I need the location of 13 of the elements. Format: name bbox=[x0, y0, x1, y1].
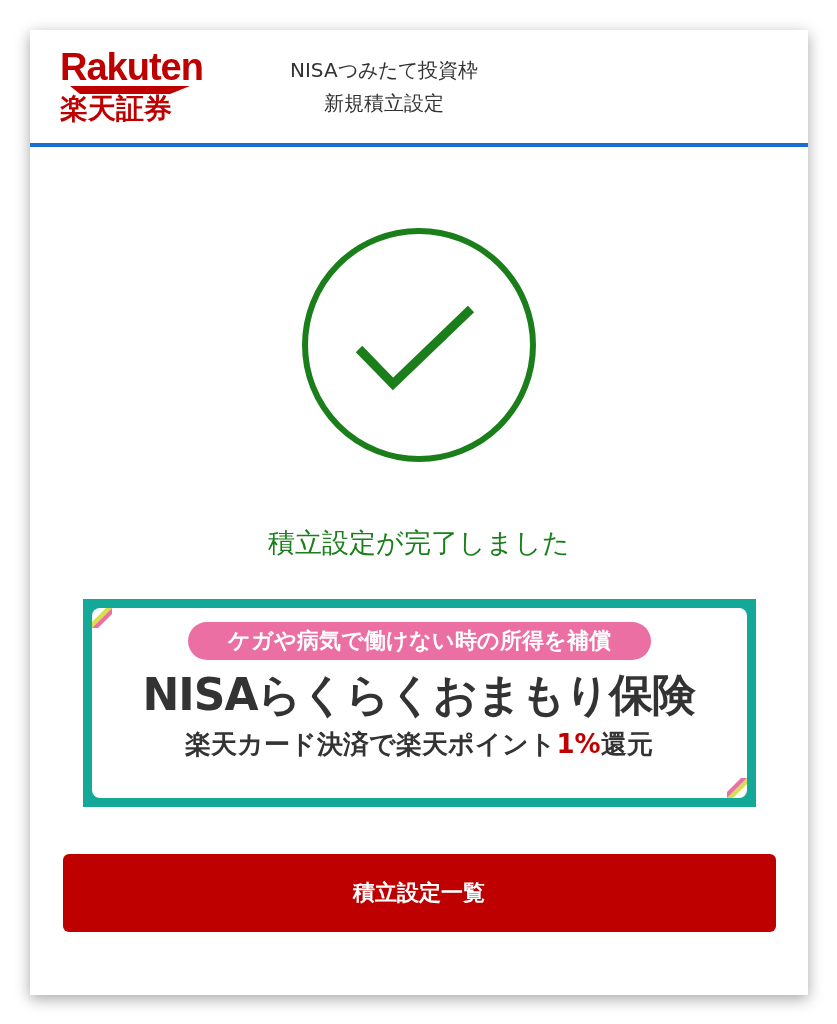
corner-stripe-icon bbox=[726, 778, 747, 798]
banner-headline: NISAらくらくおまもり保険 bbox=[142, 668, 696, 722]
success-message: 積立設定が完了しました bbox=[268, 526, 570, 560]
banner-offer: 楽天カード決済で楽天ポイント 1%還元 bbox=[185, 728, 653, 761]
logo-wordmark: Rakuten bbox=[60, 48, 203, 87]
logo-swoosh-icon bbox=[70, 86, 190, 95]
corner-stripe-icon bbox=[91, 608, 112, 628]
page-title: 新規積立設定 bbox=[323, 89, 444, 117]
page-title: NISAつみたて投資枠 bbox=[290, 56, 478, 84]
logo-name: 楽天証券 bbox=[60, 94, 172, 125]
insurance-banner[interactable]: ケガや病気で働けない時の所得を補償 NISAらくらくおまもり保険 楽天カード決済で楽天ポイント 1%還元 bbox=[82, 599, 756, 807]
banner-tagline: ケガや病気で働けない時の所得を補償 bbox=[187, 622, 651, 660]
settings-list-button[interactable]: 積立設定一覧 bbox=[62, 854, 776, 932]
